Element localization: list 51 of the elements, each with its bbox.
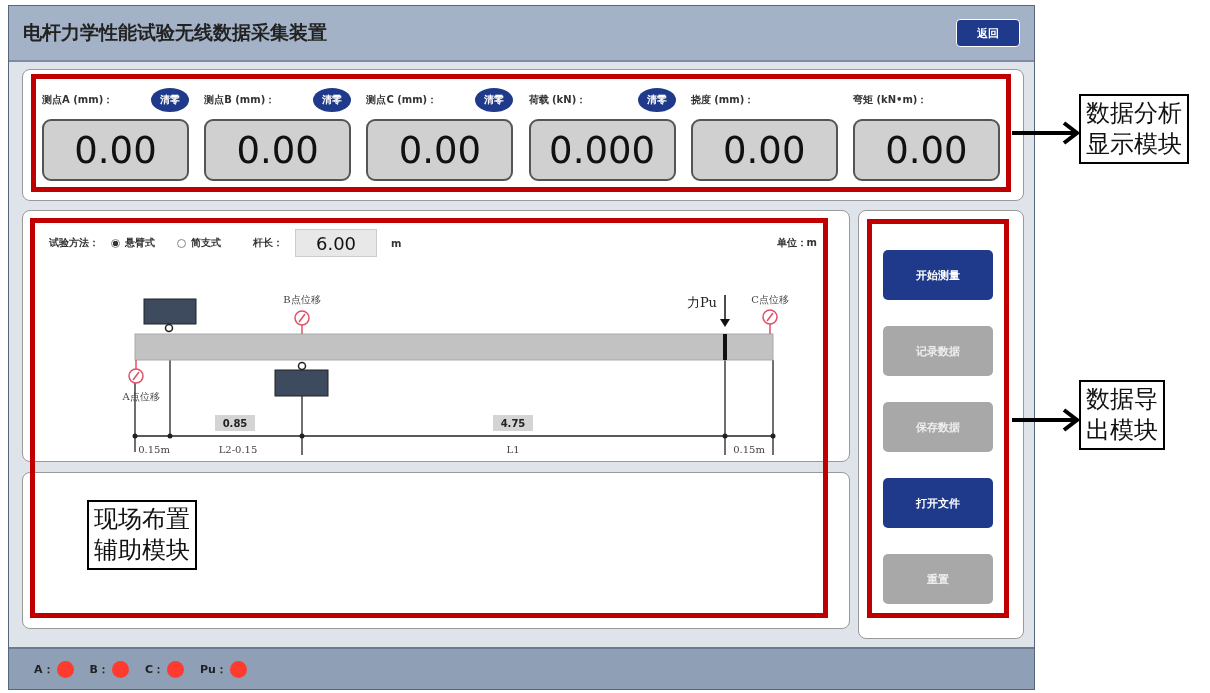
action-button[interactable]: 打开文件 [883, 478, 993, 528]
method-label: 试验方法： [49, 236, 99, 250]
reading-display: 0.00 [690, 119, 838, 181]
dimension-label: 0.15m [733, 444, 765, 455]
clear-button[interactable]: 清零 [637, 88, 676, 112]
length-field[interactable]: 6.00 [295, 229, 377, 257]
status-label: B： [89, 661, 109, 677]
callout-label: 数据导 出模块 [1079, 380, 1165, 451]
dimension-label: L1 [506, 444, 520, 455]
unit-note: 单位：m [776, 236, 817, 250]
length-label: 杆长： [253, 236, 283, 250]
dimension-value: 0.85 [215, 415, 255, 431]
callout-label: 数据分析 显示模块 [1079, 94, 1189, 165]
reading-label: 弯矩 (kN•m)： [852, 93, 928, 107]
back-button[interactable]: 返回 [956, 19, 1020, 47]
radio-option[interactable]: 简支式 [177, 236, 221, 250]
reading-label: 测点B (mm)： [204, 93, 276, 107]
gauge-label: C点位移 [751, 294, 789, 305]
unit-label: m [391, 237, 402, 249]
clear-button[interactable]: 清零 [475, 88, 514, 112]
load-point-mark [723, 334, 727, 360]
window-title: 电杆力学性能试验无线数据采集装置 [23, 20, 327, 45]
force-label: 力Pu [686, 295, 717, 310]
gauge-label: B点位移 [283, 294, 321, 305]
callout-label: 现场布置 辅助模块 [87, 500, 197, 571]
clear-button[interactable]: 清零 [313, 88, 352, 112]
dial-gauge-icon [128, 359, 144, 384]
dial-gauge-icon [294, 310, 310, 335]
reading-label: 挠度 (mm)： [690, 93, 755, 107]
dimension-label: 0.15m [138, 444, 170, 455]
reading-display: 0.000 [528, 119, 676, 181]
reading-display: 0.00 [42, 119, 189, 181]
reading-label: 测点A (mm)： [42, 93, 114, 107]
pointer-arrow [1012, 121, 1080, 145]
dimension-label: L2-0.15 [218, 444, 258, 455]
support-block [143, 298, 197, 333]
force-arrow [720, 294, 730, 327]
dial-gauge-icon [762, 309, 778, 335]
reading-display: 0.00 [204, 119, 352, 181]
reading-display: 0.00 [852, 119, 1000, 181]
dimension-value: 4.75 [493, 415, 533, 431]
reading-label: 测点C (mm)： [366, 93, 438, 107]
reading-display: 0.00 [366, 119, 514, 181]
radio-option[interactable]: 悬臂式 [111, 236, 155, 250]
status-label: C： [144, 661, 164, 677]
action-button[interactable]: 开始测量 [883, 250, 993, 300]
status-label: A： [34, 661, 54, 677]
pointer-arrow [1012, 408, 1080, 432]
status-label: Pu： [200, 661, 227, 677]
clear-button[interactable]: 清零 [151, 88, 189, 112]
reading-label: 荷载 (kN)： [528, 93, 587, 107]
